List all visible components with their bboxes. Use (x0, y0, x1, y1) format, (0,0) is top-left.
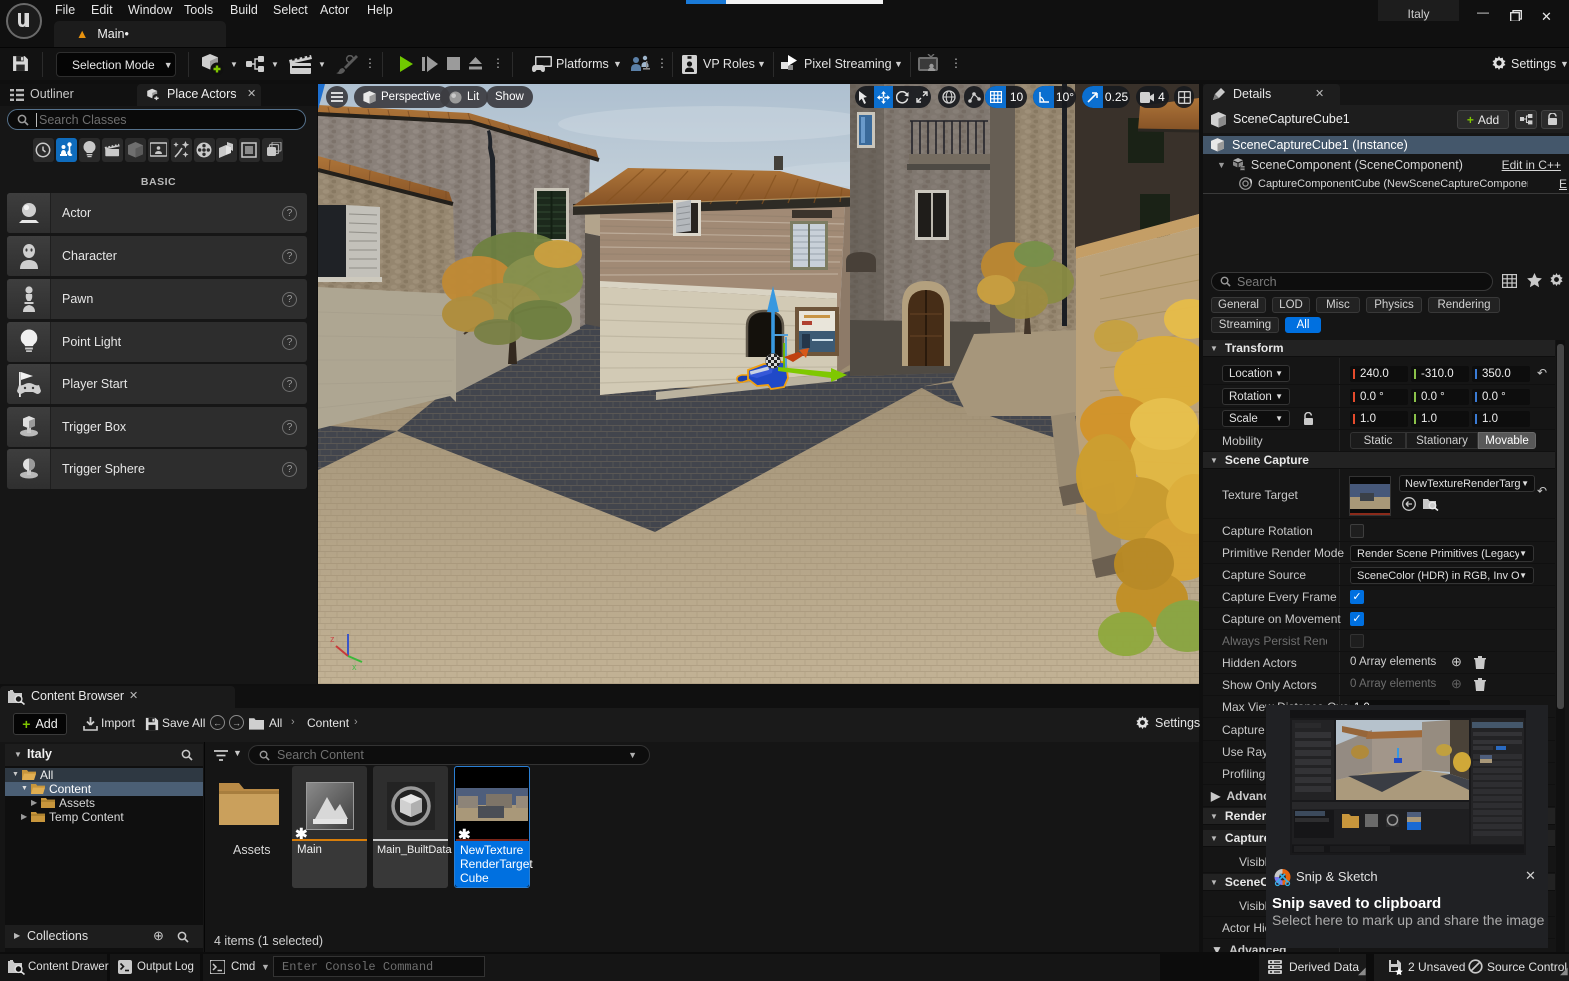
svg-text:x: x (352, 662, 357, 672)
svg-text:z: z (330, 634, 335, 644)
